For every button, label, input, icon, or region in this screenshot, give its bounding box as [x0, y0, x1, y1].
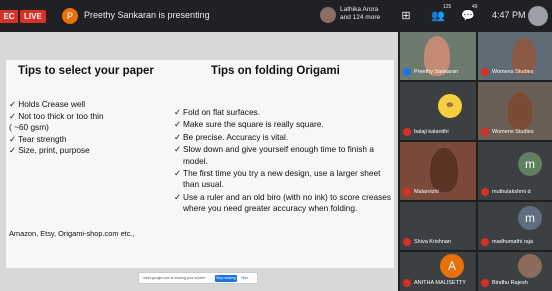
participant-grid: Preethy Sankaran Womens Studies 🍩 balaji…	[400, 32, 552, 291]
list-item: ✓ Fold on flat surfaces.	[174, 107, 261, 117]
participant-name: madhumathi raja	[492, 239, 533, 245]
mic-off-icon	[481, 238, 489, 246]
participant-tile[interactable]: Malarvizhi	[400, 142, 476, 200]
video-feed	[430, 148, 458, 192]
share-notice: meet.google.com is sharing your screen.	[143, 276, 207, 280]
mic-off-icon	[481, 188, 489, 196]
participant-name: ANITHA MALISETTY	[414, 280, 466, 286]
right-title: Tips on folding Origami	[211, 65, 340, 77]
mic-off-icon	[481, 128, 489, 136]
list-item: ✓ Slow down and give yourself enough time…	[174, 144, 374, 166]
participant-tile[interactable]: m muthulakshmi d	[478, 142, 552, 200]
stop-sharing-button[interactable]: Stop sharing	[215, 275, 237, 282]
attendees-line1: Lathika Arora	[340, 6, 379, 13]
attendees-line2: and 124 more	[340, 14, 381, 21]
participant-name: Womens Studies	[492, 129, 534, 135]
hide-button[interactable]: Hide	[241, 275, 248, 282]
participant-tile[interactable]: m madhumathi raja	[478, 202, 552, 250]
participant-tile[interactable]: Shiva Krishnan	[400, 202, 476, 250]
participant-name: balaji kalanithi	[414, 129, 449, 135]
participant-tile[interactable]: Womens Studies	[478, 32, 552, 80]
live-badge: LIVE	[20, 10, 46, 23]
mic-off-icon	[481, 279, 489, 287]
participant-tile[interactable]: Bindhu Rajesh	[478, 252, 552, 291]
avatar: m	[518, 152, 542, 176]
participant-name: Bindhu Rajesh	[492, 280, 528, 286]
list-item: ✓ Not too thick or too thin	[9, 110, 104, 121]
buy-sources: Amazon, Etsy, Origami-shop.com etc.,	[9, 229, 135, 238]
presenting-text: Preethy Sankaran is presenting	[84, 10, 210, 20]
top-bar: EC LIVE P Preethy Sankaran is presenting…	[0, 0, 552, 32]
mic-icon	[403, 68, 411, 76]
mic-off-icon	[403, 128, 411, 136]
check-icon: ✓	[174, 168, 181, 179]
presenter-avatar: P	[62, 8, 78, 24]
attendee-avatar	[320, 7, 336, 23]
list-item: ✓ The first time you try a new design, us…	[174, 168, 381, 190]
check-icon: ✓	[174, 144, 181, 155]
participant-tile[interactable]: 🍩 balaji kalanithi	[400, 82, 476, 140]
list-item: ✓ Use a ruler and an old biro (with no in…	[174, 191, 391, 214]
participant-tile[interactable]: A ANITHA MALISETTY	[400, 252, 476, 291]
avatar: A	[440, 254, 464, 278]
layout-icon[interactable]: ⊞	[398, 8, 414, 24]
participant-tile[interactable]: Preethy Sankaran	[400, 32, 476, 80]
participant-name: Shiva Krishnan	[414, 239, 451, 245]
clock: 4:47 PM	[492, 10, 526, 20]
list-item: ✓ Size, print, purpose	[9, 145, 90, 155]
paper-tips-list: ✓ Holds Crease well ✓ Not too thick or t…	[9, 99, 169, 157]
mic-off-icon	[403, 188, 411, 196]
check-icon: ✓	[174, 131, 181, 142]
screen-share-bar: meet.google.com is sharing your screen. …	[138, 272, 258, 284]
video-feed	[508, 92, 532, 130]
mic-off-icon	[403, 238, 411, 246]
chat-icon[interactable]: 💬	[460, 8, 476, 24]
avatar: m	[518, 206, 542, 230]
left-title: Tips to select your paper	[18, 65, 154, 77]
avatar	[518, 254, 542, 278]
participant-tile[interactable]: Womens Studies	[478, 82, 552, 140]
participant-name: muthulakshmi d	[492, 189, 531, 195]
participant-name: Womens Studies	[492, 69, 534, 75]
list-item: ( ~60 gsm)	[9, 122, 49, 132]
check-icon: ✓	[174, 119, 181, 130]
participant-name: Malarvizhi	[414, 189, 439, 195]
mic-off-icon	[403, 279, 411, 287]
folding-tips-list: ✓ Fold on flat surfaces. ✓ Make sure the s…	[174, 107, 394, 216]
list-item: ✓ Tear strength	[9, 133, 67, 144]
check-icon: ✓	[174, 107, 181, 117]
check-icon: ✓	[174, 191, 181, 202]
participant-name: Preethy Sankaran	[414, 69, 459, 75]
people-icon[interactable]: 👥	[430, 8, 446, 24]
mic-off-icon	[481, 68, 489, 76]
list-item: ✓ Make sure the square is really square.	[174, 119, 324, 130]
attendees-summary[interactable]: Lathika Arora and 124 more	[340, 6, 390, 22]
list-item: ✓ Be precise. Accuracy is vital.	[174, 131, 289, 142]
meet-window: EC LIVE P Preethy Sankaran is presenting…	[0, 0, 552, 291]
people-count: 125	[443, 4, 452, 10]
list-item: ✓ Holds Crease well	[9, 99, 86, 109]
avatar: 🍩	[438, 94, 462, 118]
self-avatar[interactable]	[528, 6, 548, 26]
chat-count: 49	[472, 4, 478, 10]
recording-indicator: EC	[0, 10, 18, 23]
